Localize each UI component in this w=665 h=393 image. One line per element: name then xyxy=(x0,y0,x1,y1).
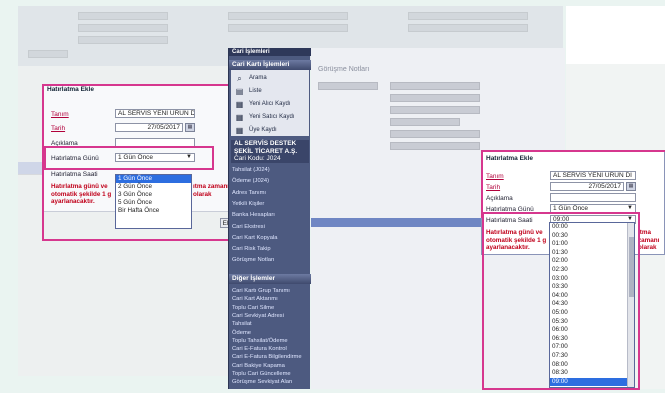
sidebar-item-label: Liste xyxy=(249,88,262,94)
sidebar-item-liste[interactable]: ▤ Liste xyxy=(235,85,262,97)
sidebar-link[interactable]: Görüşme Sevkiyat Alan xyxy=(232,379,292,385)
bg-field xyxy=(390,142,480,150)
warning-line: olarak xyxy=(638,244,657,251)
list-icon: ▤ xyxy=(235,86,244,96)
warning-text-right: ıtma zamanı olarak xyxy=(638,229,665,252)
sidebar-actions-panel: ⌕ Arama ▤ Liste ▦ Yeni Alıcı Kaydı ▦ Yeni Sa… xyxy=(231,70,309,136)
sidebar-link[interactable]: Cari Ekstresi xyxy=(232,224,265,230)
bg-field xyxy=(78,36,168,44)
sidebar-item-label: Üye Kaydı xyxy=(249,127,277,133)
sidebar-link[interactable]: Toplu Tahsilat/Ödeme xyxy=(232,338,288,344)
sidebar-item-uye-kaydi[interactable]: ▦ Üye Kaydı xyxy=(235,124,277,136)
bg-field xyxy=(228,24,348,32)
sidebar-item-yeni-satici[interactable]: ▦ Yeni Satıcı Kaydı xyxy=(235,111,295,123)
sidebar-link[interactable]: Yetkili Kişiler xyxy=(232,201,264,207)
sidebar-link[interactable]: Cari Kart Aktarımı xyxy=(232,296,278,302)
warning-line: ıtma zamanı xyxy=(638,229,660,244)
bg-field xyxy=(390,106,480,114)
background-panel xyxy=(566,6,665,64)
company-header: AL SERVİS DESTEK ŞEKİL TİCARET A.Ş. Cari… xyxy=(231,140,309,163)
bg-field xyxy=(408,12,528,20)
sidebar-item-label: Arama xyxy=(249,75,267,81)
sidebar-section-cari-karti: Cari Kartı İşlemleri xyxy=(229,60,311,70)
bg-field xyxy=(390,82,480,90)
bg-field xyxy=(390,130,480,138)
sidebar-item-yeni-alici[interactable]: ▦ Yeni Alıcı Kaydı xyxy=(235,98,291,110)
sidebar-section-diger: Diğer İşlemler xyxy=(229,274,311,284)
sidebar-link[interactable]: Cari Bakiye Kapama xyxy=(232,363,285,369)
sidebar-link[interactable]: Toplu Cari Güncelleme xyxy=(232,371,291,377)
bg-field xyxy=(390,94,480,102)
sidebar-link[interactable]: Banka Hesapları xyxy=(232,212,275,218)
highlight-frame xyxy=(481,150,665,218)
sidebar-item-arama[interactable]: ⌕ Arama xyxy=(235,72,267,84)
cari-islemleri-sidebar: Cari İşlemleri Cari Kartı İşlemleri ⌕ Ara… xyxy=(228,48,311,389)
sidebar-link[interactable]: Ödeme (J024) xyxy=(232,178,269,184)
bg-field xyxy=(78,12,168,20)
add-record-icon: ▦ xyxy=(235,99,244,109)
highlight-gunu xyxy=(44,146,214,170)
sidebar-link[interactable]: Adres Tanımı xyxy=(232,190,266,196)
bg-field xyxy=(408,24,528,32)
sidebar-link[interactable]: Cari Risk Takip xyxy=(232,246,271,252)
search-icon: ⌕ xyxy=(237,73,242,83)
sidebar-link[interactable]: Tahsilat (J024) xyxy=(232,167,270,173)
highlight-saati xyxy=(482,212,640,390)
sidebar-link[interactable]: Görüşme Notları xyxy=(232,257,275,263)
bg-field xyxy=(318,82,378,90)
add-record-icon: ▦ xyxy=(235,112,244,122)
page-title: Görüşme Notları xyxy=(318,66,370,73)
bg-field xyxy=(228,12,348,20)
company-name: ŞEKİL TİCARET A.Ş. xyxy=(234,147,298,155)
sidebar-link[interactable]: Cari E-Fatura Bilgilendirme xyxy=(232,354,302,360)
sidebar-link[interactable]: Cari Kartı Grup Tanımı xyxy=(232,288,290,294)
sidebar-link[interactable]: Tahsilat xyxy=(232,321,252,327)
bg-field xyxy=(28,50,68,58)
sidebar-item-label: Yeni Satıcı Kaydı xyxy=(249,114,295,120)
bg-field xyxy=(78,24,168,32)
bg-field xyxy=(390,118,460,126)
company-code: Cari Kodu: J024 xyxy=(234,155,281,162)
sidebar-top-label: Cari İşlemleri xyxy=(229,48,311,56)
selected-table-row[interactable] xyxy=(311,218,481,227)
sidebar-item-label: Yeni Alıcı Kaydı xyxy=(249,101,291,107)
sidebar-link[interactable]: Ödeme xyxy=(232,330,251,336)
sidebar-link[interactable]: Cari Kart Kopyala xyxy=(232,235,277,241)
member-icon: ▦ xyxy=(235,125,244,135)
sidebar-link[interactable]: Cari Sevkiyat Adresi xyxy=(232,313,284,319)
company-name: AL SERVİS DESTEK xyxy=(234,140,297,147)
sidebar-link[interactable]: Cari E-Fatura Kontrol xyxy=(232,346,287,352)
sidebar-link[interactable]: Toplu Cari Silme xyxy=(232,305,274,311)
